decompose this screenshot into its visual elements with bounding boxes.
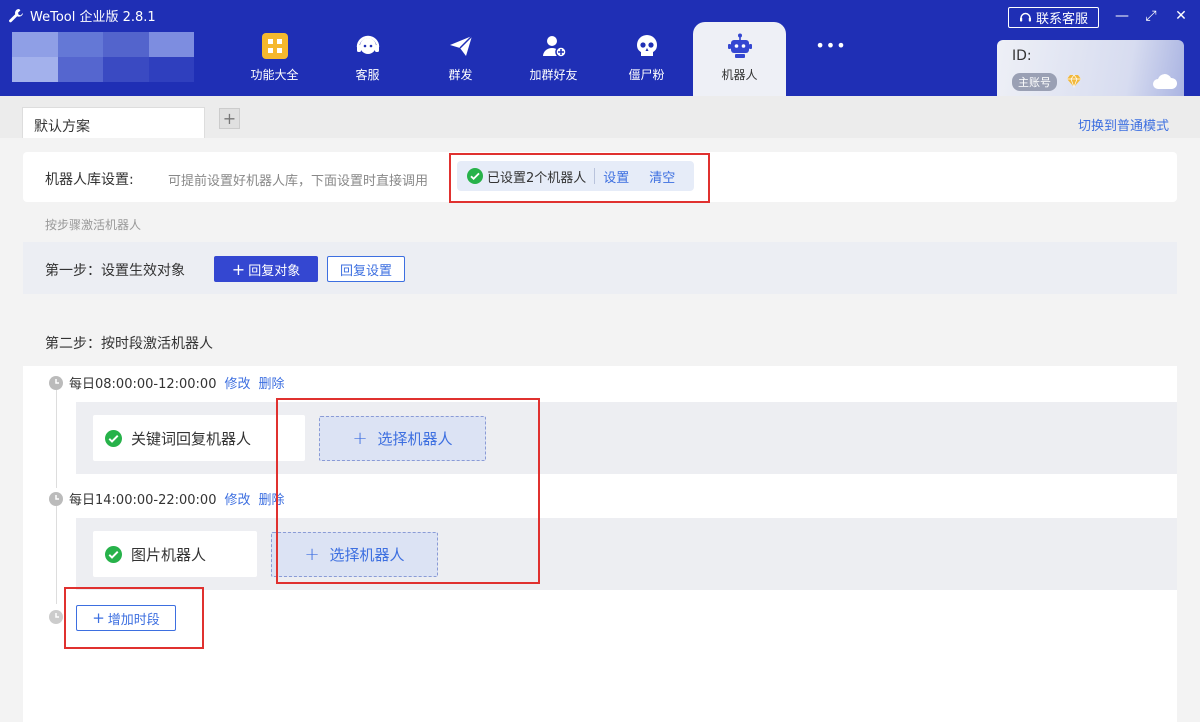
main-nav: 功能大全 客服 群发 加群好友 僵尸粉 机器人 ••• bbox=[228, 22, 876, 96]
avatar[interactable] bbox=[12, 32, 194, 82]
nav-item-broadcast[interactable]: 群发 bbox=[414, 22, 507, 96]
check-circle-icon bbox=[105, 429, 122, 447]
reply-target-button[interactable]: + 回复对象 bbox=[214, 256, 318, 282]
account-id: ID: bbox=[1012, 48, 1032, 64]
library-settings-link[interactable]: 设置 bbox=[603, 167, 629, 186]
clock-icon bbox=[49, 375, 63, 390]
headset-icon bbox=[354, 32, 382, 60]
clock-icon bbox=[49, 610, 63, 624]
nav-item-zombie-fans[interactable]: 僵尸粉 bbox=[600, 22, 693, 96]
period-edit-link[interactable]: 修改 bbox=[224, 489, 250, 508]
clock-icon bbox=[49, 491, 63, 506]
more-icon[interactable]: ••• bbox=[786, 22, 876, 72]
skull-icon bbox=[633, 32, 661, 60]
nav-item-customer-service[interactable]: 客服 bbox=[321, 22, 414, 96]
wrench-icon bbox=[9, 8, 23, 22]
robot-config-panel: 机器人库设置: 可提前设置好机器人库，下面设置时直接调用 已设置2个机器人 设置… bbox=[0, 138, 1200, 722]
select-robot-label: 选择机器人 bbox=[329, 546, 405, 564]
steps-caption: 按步骤激活机器人 bbox=[45, 218, 142, 232]
library-status-text: 已设置2个机器人 bbox=[487, 170, 587, 186]
plus-icon: + bbox=[231, 259, 246, 279]
step-two-label: 第二步：按时段激活机器人 bbox=[45, 336, 213, 352]
reply-settings-button[interactable]: 回复设置 bbox=[327, 256, 405, 282]
period-delete-link[interactable]: 删除 bbox=[258, 373, 284, 392]
nav-label: 僵尸粉 bbox=[628, 68, 665, 82]
nav-label: 群发 bbox=[448, 68, 473, 82]
contact-support-label: 联系客服 bbox=[1035, 12, 1088, 27]
robot-card[interactable]: 关键词回复机器人 bbox=[93, 415, 305, 461]
timeline-line bbox=[56, 390, 57, 488]
minimize-icon[interactable]: — bbox=[1113, 7, 1131, 25]
add-period-button[interactable]: + 增加时段 bbox=[76, 605, 176, 631]
tab-default-scheme[interactable]: 默认方案 bbox=[22, 107, 205, 138]
nav-item-add-friends[interactable]: 加群好友 bbox=[507, 22, 600, 96]
add-friend-icon bbox=[540, 32, 568, 60]
time-period: 每日08:00:00-12:00:00 修改 删除 bbox=[49, 373, 285, 392]
plus-icon: + bbox=[92, 609, 105, 627]
cloud-icon bbox=[1153, 74, 1178, 89]
timeline-line bbox=[56, 506, 57, 604]
plus-icon: + bbox=[304, 544, 320, 565]
maximize-icon[interactable]: ⤢ bbox=[1142, 7, 1160, 25]
nav-item-robot[interactable]: 机器人 bbox=[693, 22, 786, 96]
close-icon[interactable]: ✕ bbox=[1172, 7, 1190, 25]
library-status: 已设置2个机器人 设置 清空 bbox=[457, 161, 694, 191]
step-one-section: 第一步：设置生效对象 + 回复对象 回复设置 bbox=[23, 242, 1177, 294]
diamond-icon bbox=[1067, 74, 1081, 88]
app-title-text: WeTool 企业版 2.8.1 bbox=[30, 10, 156, 25]
account-card[interactable]: ID: 主账号 bbox=[997, 40, 1184, 96]
select-robot-label: 选择机器人 bbox=[377, 430, 453, 448]
period-time: 每日08:00:00-12:00:00 bbox=[69, 377, 217, 392]
app-title: WeTool 企业版 2.8.1 bbox=[8, 6, 156, 25]
add-scheme-button[interactable]: + bbox=[219, 108, 240, 129]
step-two-section: 第二步：按时段激活机器人 每日08:00:00-12:00:00 修改 删除 关… bbox=[23, 316, 1177, 722]
period-edit-link[interactable]: 修改 bbox=[224, 373, 250, 392]
library-title: 机器人库设置: bbox=[45, 172, 134, 188]
period-time: 每日14:00:00-22:00:00 bbox=[69, 493, 217, 508]
select-robot-button[interactable]: + 选择机器人 bbox=[319, 416, 486, 461]
robot-name: 关键词回复机器人 bbox=[131, 429, 252, 448]
nav-label: 加群好友 bbox=[529, 68, 578, 82]
robot-library-settings: 机器人库设置: 可提前设置好机器人库，下面设置时直接调用 已设置2个机器人 设置… bbox=[23, 152, 1177, 202]
check-circle-icon bbox=[105, 545, 122, 563]
nav-label: 机器人 bbox=[721, 68, 758, 82]
add-period-label: 增加时段 bbox=[107, 612, 160, 628]
nav-label: 功能大全 bbox=[250, 68, 299, 82]
period-delete-link[interactable]: 删除 bbox=[258, 489, 284, 508]
support-icon bbox=[1019, 12, 1031, 22]
reply-target-label: 回复对象 bbox=[248, 263, 301, 279]
step-one-label: 第一步：设置生效对象 bbox=[45, 263, 185, 279]
grid-icon bbox=[261, 32, 289, 60]
library-description: 可提前设置好机器人库，下面设置时直接调用 bbox=[168, 174, 429, 189]
step-two-header: 第二步：按时段激活机器人 bbox=[23, 316, 1177, 366]
library-clear-link[interactable]: 清空 bbox=[649, 167, 675, 186]
period-bot-row: 关键词回复机器人 + 选择机器人 bbox=[76, 402, 1177, 474]
nav-label: 客服 bbox=[355, 68, 380, 82]
robot-icon bbox=[726, 32, 754, 60]
divider bbox=[594, 168, 596, 184]
select-robot-button[interactable]: + 选择机器人 bbox=[271, 532, 438, 577]
paper-plane-icon bbox=[447, 32, 475, 60]
plus-icon: + bbox=[352, 428, 368, 449]
robot-card[interactable]: 图片机器人 bbox=[93, 531, 257, 577]
title-bar: WeTool 企业版 2.8.1 功能大全 客服 群发 加群好友 僵尸粉 机器人… bbox=[0, 0, 1200, 96]
time-period: 每日14:00:00-22:00:00 修改 删除 bbox=[49, 489, 285, 508]
switch-normal-mode-link[interactable]: 切换到普通模式 bbox=[1078, 115, 1169, 134]
nav-item-features[interactable]: 功能大全 bbox=[228, 22, 321, 96]
scheme-tab-bar: 默认方案 + 切换到普通模式 bbox=[0, 96, 1200, 138]
robot-name: 图片机器人 bbox=[131, 545, 207, 564]
contact-support-button[interactable]: 联系客服 bbox=[1008, 7, 1099, 28]
period-bot-row: 图片机器人 + 选择机器人 bbox=[76, 518, 1177, 590]
account-role-badge: 主账号 bbox=[1012, 73, 1057, 91]
check-circle-icon bbox=[467, 168, 483, 184]
